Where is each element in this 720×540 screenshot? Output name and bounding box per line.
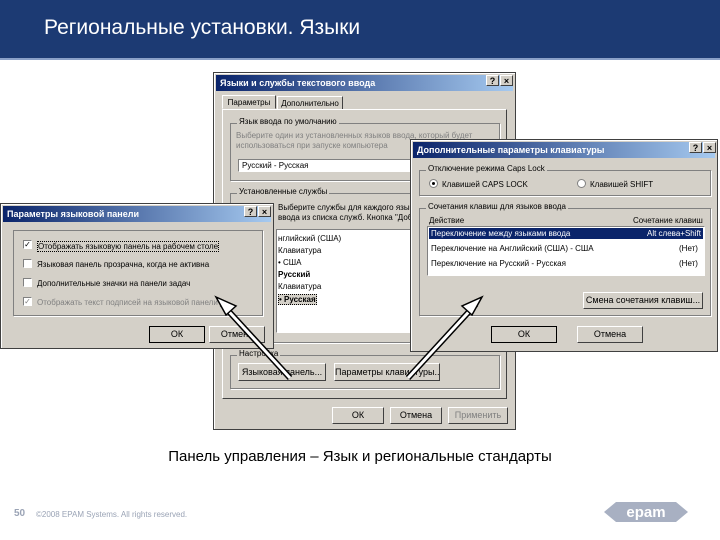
arrow-to-key-settings-dialog: [405, 295, 484, 381]
arrow-to-language-bar-dialog: [214, 295, 293, 381]
copyright: ©2008 EPAM Systems. All rights reserved.: [36, 510, 188, 519]
logo-text: epam: [626, 504, 665, 521]
page-number: 50: [14, 508, 26, 519]
epam-logo: epam: [604, 500, 688, 524]
slide-caption: Панель управления – Язык и региональные …: [168, 448, 552, 465]
